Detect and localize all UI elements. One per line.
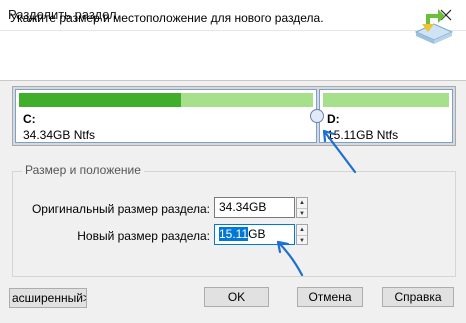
original-size-stepper[interactable]: ▲ ▼ [296,197,308,218]
new-size-unit: GB [248,227,266,241]
cancel-button[interactable]: Отмена [297,287,363,307]
partition-splitter-handle[interactable] [310,109,324,123]
partition-c-label: C: [23,112,36,126]
new-size-selected-value: 15.11 [219,227,249,241]
header-panel [0,31,466,81]
advanced-button[interactable]: асширенный>> [9,288,87,308]
partition-d-block[interactable]: D: 15.11GB Ntfs [319,89,453,143]
group-title: Размер и положение [22,163,144,177]
stepper-down-icon[interactable]: ▼ [297,235,307,245]
partition-c-block[interactable]: C: 34.34GB Ntfs [15,89,317,143]
partition-d-label: D: [327,112,340,126]
partition-c-usage-bar [19,93,313,107]
new-size-field[interactable]: 15.11GB [214,224,295,245]
partition-d-size: 15.11GB Ntfs [327,128,399,142]
stepper-up-icon[interactable]: ▲ [297,198,307,207]
disk-map: C: 34.34GB Ntfs D: 15.11GB Ntfs [12,86,456,146]
original-size-value: 34.34GB [219,200,267,214]
ok-button[interactable]: OK [204,287,269,307]
split-partition-icon [412,6,456,46]
partition-c-size: 34.34GB Ntfs [23,128,96,142]
original-size-label: Оригинальный размер раздела: [31,202,210,216]
new-size-label: Новый размер раздела: [77,229,210,243]
partition-c-used-fill [19,93,181,107]
partition-d-usage-bar [323,93,449,107]
stepper-up-icon[interactable]: ▲ [297,225,307,234]
stepper-down-icon[interactable]: ▼ [297,208,307,218]
help-button[interactable]: Справка [382,287,454,307]
header-instruction: Укажите размер и местоположение для ново… [10,11,324,25]
new-size-stepper[interactable]: ▲ ▼ [296,224,308,245]
original-size-field[interactable]: 34.34GB [214,197,295,218]
